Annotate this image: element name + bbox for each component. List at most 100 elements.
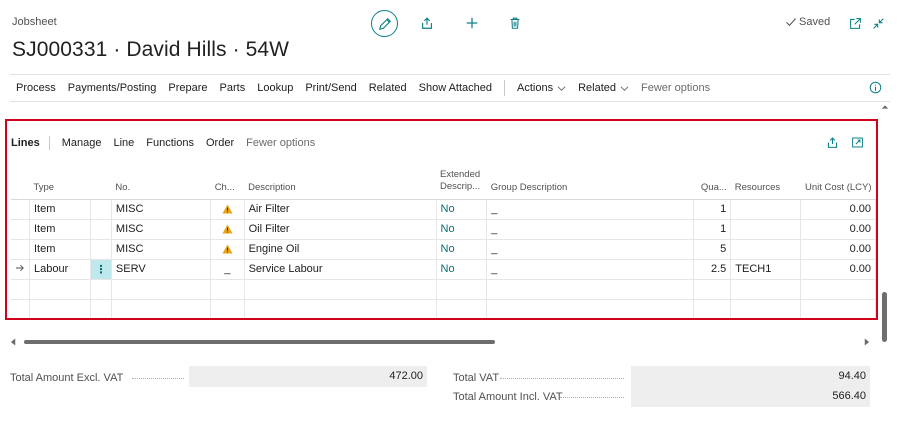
open-new-window-button[interactable] xyxy=(843,11,867,35)
lines-menu-manage[interactable]: Manage xyxy=(56,137,108,149)
cell-type[interactable]: Item xyxy=(29,219,92,240)
add-button[interactable] xyxy=(460,11,484,35)
collapse-button[interactable] xyxy=(866,11,890,35)
cell-resources[interactable] xyxy=(730,199,802,220)
row-selector[interactable] xyxy=(11,219,30,240)
col-quantity[interactable]: Qua... xyxy=(693,159,731,200)
col-extended[interactable]: Extended Descrip... xyxy=(436,159,487,200)
cell-description[interactable]: Oil Filter xyxy=(244,219,437,240)
delete-button[interactable] xyxy=(503,11,527,35)
cell-extended[interactable]: No xyxy=(436,199,488,220)
col-type[interactable]: Type xyxy=(29,159,91,200)
cell-quantity[interactable]: 1 xyxy=(693,199,732,220)
actions-dropdown[interactable]: Actions xyxy=(511,82,572,94)
cell-empty[interactable] xyxy=(436,299,488,318)
cell-empty[interactable] xyxy=(730,299,802,318)
cell-empty[interactable] xyxy=(244,299,437,318)
table-row-empty[interactable] xyxy=(11,279,876,300)
horizontal-scrollbar[interactable] xyxy=(10,337,870,347)
cell-group[interactable]: _ xyxy=(486,259,694,280)
lines-title[interactable]: Lines xyxy=(11,137,49,149)
col-unit-cost[interactable]: Unit Cost (LCY) xyxy=(800,159,876,200)
cell-unit-cost[interactable]: 0.00 xyxy=(800,239,876,260)
cell-empty[interactable] xyxy=(693,279,732,300)
vertical-scrollbar-thumb[interactable] xyxy=(882,292,887,342)
cell-empty[interactable] xyxy=(486,279,694,300)
cell-empty[interactable] xyxy=(730,279,802,300)
scroll-right-icon[interactable] xyxy=(863,338,870,346)
cell-type[interactable]: Item xyxy=(29,239,92,260)
cell-group[interactable]: _ xyxy=(486,219,694,240)
row-selector[interactable] xyxy=(11,299,30,318)
row-selector[interactable] xyxy=(11,259,30,280)
row-menu-button[interactable]: ⋮ xyxy=(90,259,112,280)
action-lookup[interactable]: Lookup xyxy=(251,82,299,94)
cell-resources[interactable] xyxy=(730,239,802,260)
share-button[interactable] xyxy=(415,11,439,35)
cell-empty[interactable] xyxy=(436,279,488,300)
action-payments-posting[interactable]: Payments/Posting xyxy=(62,82,163,94)
cell-group[interactable]: _ xyxy=(486,199,694,220)
cell-empty[interactable] xyxy=(29,279,92,300)
action-related[interactable]: Related xyxy=(363,82,413,94)
horizontal-scrollbar-thumb[interactable] xyxy=(24,340,495,344)
row-selector[interactable] xyxy=(11,279,30,300)
cell-empty[interactable] xyxy=(800,299,876,318)
col-resources[interactable]: Resources xyxy=(730,159,801,200)
cell-description[interactable]: Service Labour xyxy=(244,259,437,280)
table-row[interactable]: Item MISC Oil Filter No _ 1 0.00 xyxy=(11,219,876,240)
cell-unit-cost[interactable]: 0.00 xyxy=(800,199,876,220)
edit-button[interactable] xyxy=(371,10,398,37)
action-prepare[interactable]: Prepare xyxy=(162,82,213,94)
cell-empty[interactable] xyxy=(111,299,212,318)
lines-fewer-options[interactable]: Fewer options xyxy=(240,137,321,149)
cell-no[interactable]: MISC xyxy=(111,199,212,220)
table-row-selected[interactable]: Labour ⋮ SERV _ Service Labour No _ 2.5 … xyxy=(11,259,876,280)
cell-quantity[interactable]: 2.5 xyxy=(693,259,732,280)
cell-extended[interactable]: No xyxy=(436,239,488,260)
action-process[interactable]: Process xyxy=(10,82,62,94)
cell-no[interactable]: MISC xyxy=(111,219,212,240)
cell-extended[interactable]: No xyxy=(436,219,488,240)
fewer-options-button[interactable]: Fewer options xyxy=(635,82,716,94)
table-row[interactable]: Item MISC Air Filter No _ 1 0.00 xyxy=(11,199,876,220)
col-group-description[interactable]: Group Description xyxy=(486,159,694,200)
lines-expand-button[interactable] xyxy=(851,136,864,152)
cell-empty[interactable] xyxy=(244,279,437,300)
cell-empty[interactable] xyxy=(486,299,694,318)
table-row-empty[interactable] xyxy=(11,299,876,318)
row-selector[interactable] xyxy=(11,239,30,260)
cell-extended[interactable]: No xyxy=(436,259,488,280)
action-parts[interactable]: Parts xyxy=(214,82,252,94)
cell-resources[interactable] xyxy=(730,219,802,240)
cell-unit-cost[interactable]: 0.00 xyxy=(800,219,876,240)
row-selector[interactable] xyxy=(11,199,30,220)
col-no[interactable]: No. xyxy=(111,159,211,200)
cell-type[interactable]: Labour xyxy=(29,259,92,280)
cell-empty[interactable] xyxy=(693,299,732,318)
action-show-attached[interactable]: Show Attached xyxy=(413,82,498,94)
lines-menu-functions[interactable]: Functions xyxy=(140,137,200,149)
cell-no[interactable]: MISC xyxy=(111,239,212,260)
cell-description[interactable]: Air Filter xyxy=(244,199,437,220)
cell-empty[interactable] xyxy=(800,279,876,300)
lines-share-button[interactable] xyxy=(826,136,839,152)
cell-empty[interactable] xyxy=(111,279,212,300)
lines-menu-order[interactable]: Order xyxy=(200,137,240,149)
related-dropdown[interactable]: Related xyxy=(572,82,635,94)
cell-no[interactable]: SERV xyxy=(111,259,212,280)
cell-group[interactable]: _ xyxy=(486,239,694,260)
cell-description[interactable]: Engine Oil xyxy=(244,239,437,260)
table-row[interactable]: Item MISC Engine Oil No _ 5 0.00 xyxy=(11,239,876,260)
cell-resources[interactable]: TECH1 xyxy=(730,259,802,280)
scroll-left-icon[interactable] xyxy=(10,338,17,346)
cell-type[interactable]: Item xyxy=(29,199,92,220)
cell-empty[interactable] xyxy=(29,299,92,318)
col-description[interactable]: Description xyxy=(244,159,437,200)
action-print-send[interactable]: Print/Send xyxy=(299,82,362,94)
col-ch[interactable]: Ch... xyxy=(210,159,245,200)
lines-menu-line[interactable]: Line xyxy=(108,137,141,149)
cell-unit-cost[interactable]: 0.00 xyxy=(800,259,876,280)
cell-quantity[interactable]: 1 xyxy=(693,219,732,240)
info-button[interactable] xyxy=(869,81,882,97)
